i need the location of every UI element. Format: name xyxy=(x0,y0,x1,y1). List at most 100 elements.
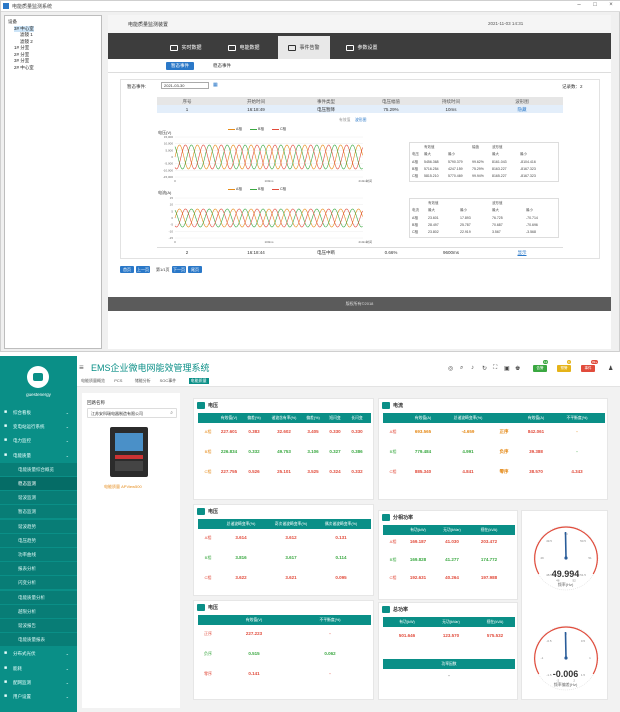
web-icon[interactable]: ◎ xyxy=(448,365,453,372)
nav-tab[interactable]: 事件告警 xyxy=(278,36,330,59)
menu-toggle-icon[interactable]: ≡ xyxy=(79,363,84,372)
close-icon[interactable]: × xyxy=(605,2,617,8)
gauge-tick: -0.5 xyxy=(546,639,552,643)
sidebar-item[interactable]: 谐波监测 xyxy=(0,491,77,505)
sidebar-item[interactable]: ■ 分布式光伏 ⌄ xyxy=(0,647,77,660)
prev-page-button[interactable]: 上一页 xyxy=(136,266,150,273)
breadcrumb-item[interactable]: 电能质量概览 xyxy=(81,378,105,384)
menu-icon: ■ xyxy=(4,693,8,699)
nav-tab[interactable]: 实时数据 xyxy=(160,36,212,59)
screen-icon[interactable]: ▣ xyxy=(504,365,510,372)
sidebar-item[interactable]: ■ 综合看板 ⌄ xyxy=(0,406,77,419)
search-icon[interactable]: ⌕ xyxy=(170,410,173,416)
tree-item[interactable]: 滤镜 1 xyxy=(20,32,33,38)
device-model: 电能质量 APView500 xyxy=(104,484,142,489)
sidebar-item-label: 暂态监测 xyxy=(18,509,36,515)
alert-badge[interactable]: 预警 xyxy=(557,365,571,372)
grid-value: 197.988 xyxy=(480,575,498,580)
table-cell[interactable]: 显示 xyxy=(481,250,563,256)
user-icon[interactable]: ♟ xyxy=(608,365,613,372)
sidebar-item[interactable]: ■ 配网监测 ⌄ xyxy=(0,676,77,689)
sidebar-item[interactable]: 电能质量综合概览 xyxy=(0,462,77,476)
menu-icon: ■ xyxy=(4,409,8,415)
sidebar-item[interactable]: 谐波趋势 xyxy=(0,519,77,533)
phase-power-card: 分相功率 有功(kW) 无功(kVar) 视在(kVA) A相 169.187 41.03… xyxy=(378,510,518,600)
date-input[interactable]: 2021-03-30 xyxy=(161,82,209,89)
breadcrumb-item[interactable]: 储能分析 xyxy=(135,378,151,384)
device-select[interactable]: 江苏安科瑞电器制造有限公司 ⌕ xyxy=(87,408,177,418)
wave-tab-waveform[interactable]: 波形图 xyxy=(355,118,366,123)
subtab[interactable]: 稳态事件 xyxy=(208,62,236,70)
tree-item[interactable]: 2# 中心室 xyxy=(14,65,34,71)
sidebar-item[interactable]: 电压趋势 xyxy=(0,533,77,547)
sound-icon[interactable]: ♪ xyxy=(471,365,474,371)
sidebar-item-label: 能耗 xyxy=(13,665,22,671)
nav-tab[interactable]: 电能数据 xyxy=(218,36,270,59)
refresh-icon[interactable]: ↻ xyxy=(482,365,487,372)
breadcrumb-item[interactable]: 电能质量 xyxy=(188,378,209,384)
menu-icon: ■ xyxy=(4,664,8,671)
table-cell: 5790.379 xyxy=(448,160,463,164)
phase-label: C相 xyxy=(389,575,397,580)
calendar-icon[interactable]: ▦ xyxy=(213,82,218,88)
first-page-button[interactable]: 首页 xyxy=(120,266,134,273)
tree-item[interactable]: 3# 分室 xyxy=(14,58,29,64)
fullscreen-icon[interactable]: ⛶ xyxy=(493,365,497,372)
search-icon[interactable]: ⌕ xyxy=(460,365,463,372)
nav-tab[interactable]: 参数设置 xyxy=(336,36,388,59)
sidebar-item[interactable]: 闪变分析 xyxy=(0,576,77,590)
device-name: 江苏安科瑞电器制造有限公司 xyxy=(91,411,143,416)
sidebar-item[interactable]: 功率曲线 xyxy=(0,548,77,561)
grid-value: 203.472 xyxy=(480,539,498,544)
grid-value: 0.515 xyxy=(248,651,260,656)
tree-item[interactable]: 1# 分室 xyxy=(14,45,29,51)
table-cell: 电压暂降 xyxy=(317,107,335,112)
maximize-icon[interactable]: □ xyxy=(589,2,601,8)
sidebar-item[interactable]: 暂态监测 xyxy=(0,505,77,519)
table-cell[interactable]: 隐藏 xyxy=(481,107,563,113)
sidebar-item[interactable]: 稳态监测 xyxy=(0,477,77,490)
sidebar-item[interactable]: 越限分析 xyxy=(0,604,77,618)
alert-badge[interactable]: 告警 xyxy=(533,365,547,372)
grid-header: 有效值(A) xyxy=(527,416,545,420)
last-page-button[interactable]: 尾页 xyxy=(188,266,202,273)
tree-item[interactable]: 滤镜 2 xyxy=(20,39,33,45)
minimize-icon[interactable]: – xyxy=(573,2,585,8)
sidebar-item[interactable]: 电能质量报表 xyxy=(0,633,77,647)
y-tick-label: 0 xyxy=(171,216,173,220)
table-cell: 23.601 xyxy=(428,216,439,220)
tree-item[interactable]: 3# 中心室 xyxy=(14,25,34,32)
sidebar-item[interactable]: ■ 变电站运行系统 ⌄ xyxy=(0,420,77,433)
table-head: 幅值 xyxy=(472,145,479,149)
sidebar-item[interactable]: 谐波报告 xyxy=(0,619,77,632)
sidebar-item[interactable]: 电能质量分析 xyxy=(0,590,77,604)
subtab[interactable]: 暂态事件 xyxy=(166,62,194,70)
table-cell: 3.567 xyxy=(492,230,501,234)
sidebar-item[interactable]: ■ 电能质量 ⌄ xyxy=(0,449,77,462)
sidebar-item-label: 分布式光伏 xyxy=(13,651,36,657)
alarm-icon xyxy=(288,44,297,51)
unbalance-card: 电压 有效值(V) 不平衡度(%) 正序 227.223 - 负序 0.515 0.062 零序… xyxy=(193,600,374,700)
breadcrumb-item[interactable]: PCS xyxy=(114,378,122,383)
gauge-tick: -1 xyxy=(541,656,544,660)
tree-item[interactable]: 2# 分室 xyxy=(14,52,29,58)
sidebar-item[interactable]: 报表分析 xyxy=(0,562,77,576)
shirt-icon[interactable]: ♚ xyxy=(515,365,520,372)
badge-count: 9 xyxy=(567,360,571,364)
tree-item[interactable]: 设备 xyxy=(8,19,17,25)
sidebar-item[interactable]: ■ 电力监控 ⌄ xyxy=(0,434,77,447)
datetime: 2021-11-03 14:31 xyxy=(488,21,524,26)
column-header: 电压幅值 xyxy=(382,99,400,104)
table-cell: 99.94% xyxy=(472,174,484,178)
breadcrumb-item[interactable]: SOC事件 xyxy=(160,378,177,384)
grid-header: 奇次谐波畸变率(%) xyxy=(274,522,308,526)
sidebar-item[interactable]: ■ 用户设置 ⌄ xyxy=(0,690,77,703)
table-cell: B相 xyxy=(412,223,418,227)
grid-header: 偏差(%) xyxy=(247,416,261,420)
unbalance-title: 电压 xyxy=(208,605,219,611)
next-page-button[interactable]: 下一页 xyxy=(172,266,186,273)
sidebar-item[interactable]: ■ 能耗 ⌄ xyxy=(0,662,77,675)
wave-tab-rms[interactable]: 有效值 xyxy=(339,118,350,123)
grid-value: 41.277 xyxy=(445,557,459,562)
alert-badge[interactable]: 事件 xyxy=(581,365,595,372)
